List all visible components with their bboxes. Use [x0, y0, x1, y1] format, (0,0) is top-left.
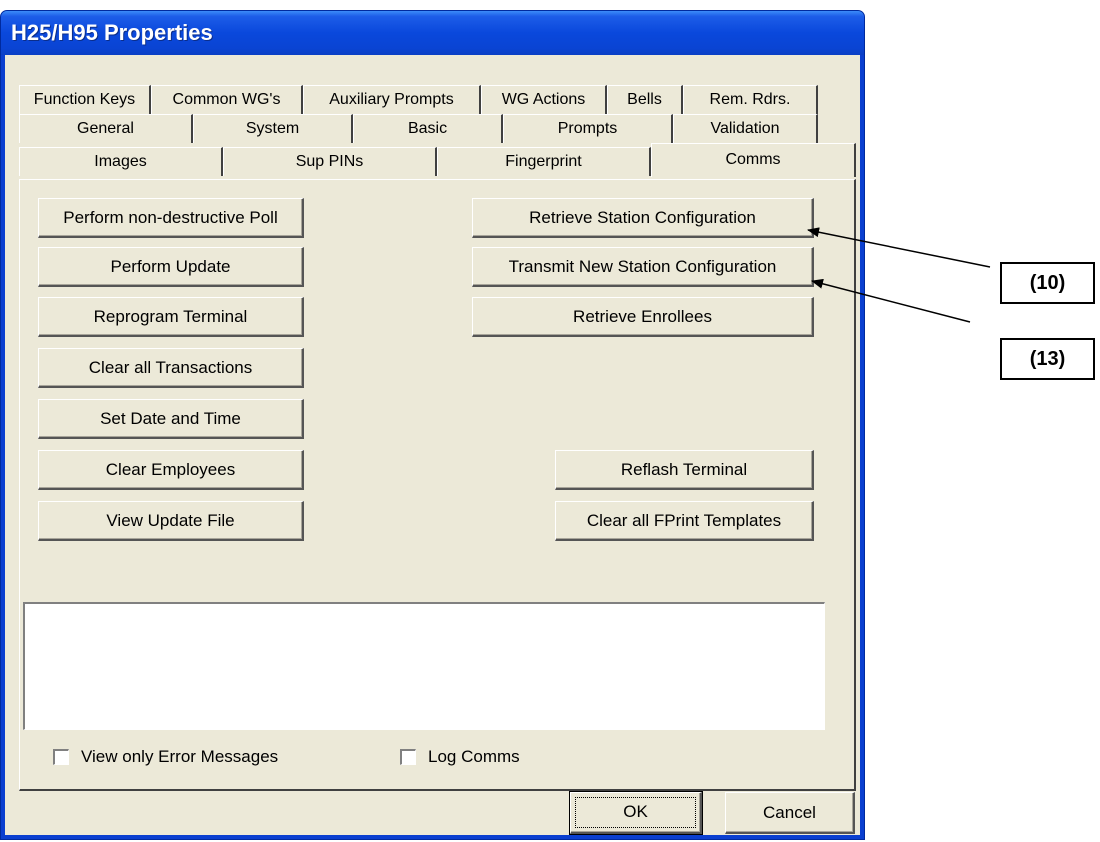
checkbox-box[interactable] — [400, 749, 416, 765]
checkbox-box[interactable] — [53, 749, 69, 765]
tab-function-keys[interactable]: Function Keys — [19, 85, 151, 114]
log-comms-checkbox[interactable]: Log Comms — [400, 746, 520, 768]
tab-prompts[interactable]: Prompts — [503, 114, 673, 143]
retrieve-enrollees-button[interactable]: Retrieve Enrollees — [472, 297, 814, 337]
focus-indicator — [575, 797, 696, 828]
tab-system[interactable]: System — [193, 114, 353, 143]
tab-common-wgs[interactable]: Common WG's — [151, 85, 303, 114]
comms-log-textarea[interactable] — [23, 602, 825, 730]
retrieve-station-config-button[interactable]: Retrieve Station Configuration — [472, 198, 814, 238]
tab-bells[interactable]: Bells — [607, 85, 683, 114]
perform-poll-button[interactable]: Perform non-destructive Poll — [38, 198, 304, 238]
tab-images[interactable]: Images — [19, 147, 223, 176]
tab-wg-actions[interactable]: WG Actions — [481, 85, 607, 114]
dialog-client-area: Function Keys Common WG's Auxiliary Prom… — [5, 55, 860, 835]
perform-update-button[interactable]: Perform Update — [38, 247, 304, 287]
tab-row-2: General System Basic Prompts Validation — [5, 114, 860, 143]
tab-rem-rdrs[interactable]: Rem. Rdrs. — [683, 85, 818, 114]
set-date-time-button[interactable]: Set Date and Time — [38, 399, 304, 439]
view-update-file-button[interactable]: View Update File — [38, 501, 304, 541]
reprogram-terminal-button[interactable]: Reprogram Terminal — [38, 297, 304, 337]
cancel-button[interactable]: Cancel — [725, 792, 855, 834]
ok-button[interactable]: OK — [570, 792, 702, 834]
callout-13: (13) — [1000, 338, 1095, 380]
clear-employees-button[interactable]: Clear Employees — [38, 450, 304, 490]
callout-10: (10) — [1000, 262, 1095, 304]
tab-row-1: Function Keys Common WG's Auxiliary Prom… — [5, 85, 860, 114]
transmit-station-config-button[interactable]: Transmit New Station Configuration — [472, 247, 814, 287]
clear-transactions-button[interactable]: Clear all Transactions — [38, 348, 304, 388]
log-comms-label: Log Comms — [428, 747, 520, 766]
tab-sup-pins[interactable]: Sup PINs — [223, 147, 437, 176]
reflash-terminal-button[interactable]: Reflash Terminal — [555, 450, 814, 490]
tab-row-3: Images Sup PINs Fingerprint Comms — [5, 143, 860, 177]
tab-general[interactable]: General — [19, 114, 193, 143]
clear-fprint-templates-button[interactable]: Clear all FPrint Templates — [555, 501, 814, 541]
window-title: H25/H95 Properties — [1, 11, 864, 55]
tab-auxiliary-prompts[interactable]: Auxiliary Prompts — [303, 85, 481, 114]
view-error-messages-label: View only Error Messages — [81, 747, 279, 766]
tab-comms[interactable]: Comms — [651, 143, 856, 177]
tab-fingerprint[interactable]: Fingerprint — [437, 147, 651, 176]
tab-basic[interactable]: Basic — [353, 114, 503, 143]
view-error-messages-checkbox[interactable]: View only Error Messages — [53, 746, 278, 768]
properties-window: H25/H95 Properties Function Keys Common … — [0, 10, 865, 840]
tab-validation[interactable]: Validation — [673, 114, 818, 143]
